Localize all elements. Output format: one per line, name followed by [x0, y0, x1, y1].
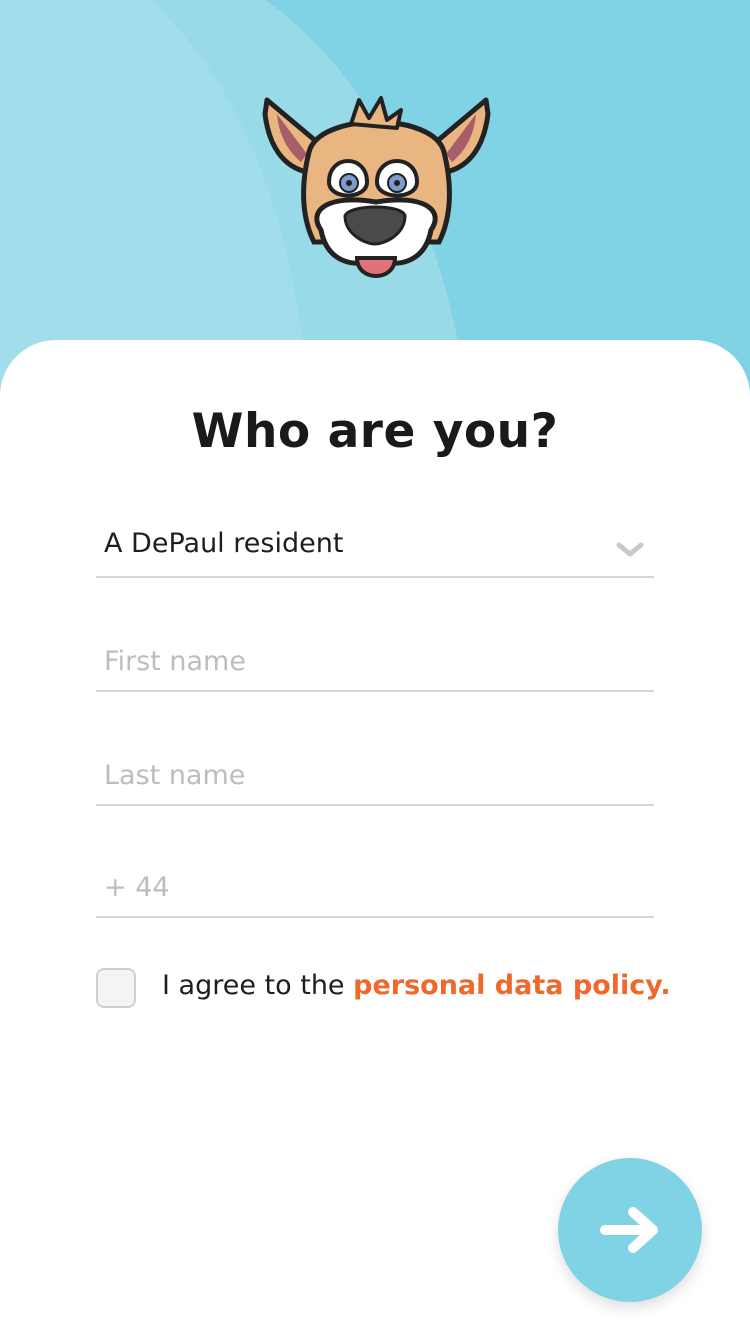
role-select-value: A DePaul resident: [104, 528, 344, 559]
dog-mascot-icon: [262, 96, 491, 278]
role-select[interactable]: A DePaul resident: [96, 520, 654, 578]
consent-text: I agree to the: [162, 970, 354, 1001]
chevron-down-icon: [616, 542, 644, 557]
next-button[interactable]: [558, 1158, 702, 1302]
last-name-field: [96, 746, 654, 806]
first-name-field: [96, 632, 654, 692]
first-name-input[interactable]: [104, 640, 634, 682]
personal-data-policy-link[interactable]: personal data policy.: [353, 970, 671, 1001]
arrow-right-icon: [600, 1207, 658, 1253]
page-title: Who are you?: [191, 404, 559, 459]
phone-input[interactable]: [104, 866, 634, 908]
consent-label: I agree to the personal data policy.: [162, 970, 671, 1001]
last-name-input[interactable]: [104, 754, 634, 796]
consent-checkbox[interactable]: [96, 968, 136, 1008]
phone-field: [96, 858, 654, 918]
